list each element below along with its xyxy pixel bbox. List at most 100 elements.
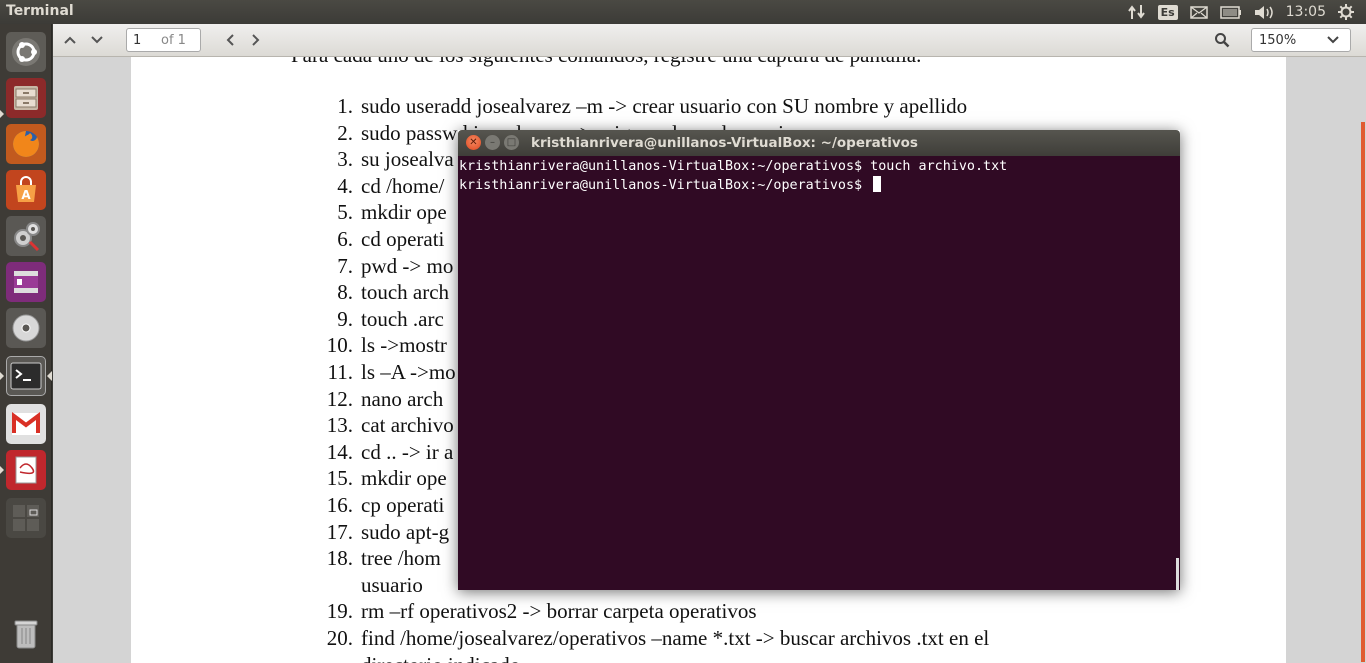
list-item-number: 16.: [326, 493, 353, 517]
trash-icon: [14, 620, 38, 649]
list-item-text: find /home/josealvarez/operativos –name …: [361, 626, 990, 650]
chevron-up-icon: [64, 36, 76, 44]
film-icon: [14, 271, 38, 293]
list-item: directorio indicado: [361, 653, 520, 663]
shopping-bag-icon: A: [16, 176, 36, 202]
running-indicator: [0, 466, 4, 474]
list-item-number: 17.: [326, 519, 353, 544]
list-item: 15. mkdir ope: [327, 466, 447, 491]
terminal-output[interactable]: kristhianrivera@unillanos-VirtualBox:~/o…: [458, 156, 1180, 590]
list-item-text: ls ->mostr: [361, 333, 447, 358]
list-item-text: cd operati: [361, 227, 445, 251]
search-button[interactable]: [1209, 28, 1235, 52]
minimize-icon: –: [490, 136, 495, 148]
gmail-icon: [12, 412, 40, 435]
list-item-text: su josealva: [361, 147, 454, 172]
list-item-number: 1.: [337, 94, 353, 118]
battery-icon[interactable]: [1219, 5, 1242, 19]
dash-home-button[interactable]: [6, 32, 46, 72]
list-item-number: 3.: [337, 147, 353, 172]
list-item-text: pwd -> mo: [361, 253, 454, 278]
launcher-software-center[interactable]: A: [6, 170, 46, 210]
search-icon: [1215, 33, 1230, 48]
chevron-down-icon: [1326, 32, 1340, 50]
launcher-document-viewer[interactable]: [6, 450, 46, 490]
list-item-number: 7.: [337, 253, 353, 278]
list-item: 12. nano arch: [327, 387, 443, 412]
list-item: 16. cp operati: [327, 493, 445, 518]
keyboard-layout-indicator[interactable]: Es: [1157, 4, 1178, 20]
chevron-right-icon: [252, 34, 260, 46]
clock[interactable]: 13:05: [1286, 4, 1326, 20]
list-item: 11. ls –A ->mo: [328, 360, 456, 385]
ubuntu-logo-icon: [12, 38, 40, 66]
list-item-text: cp operati: [361, 493, 445, 517]
maximize-button[interactable]: □: [504, 135, 519, 150]
launcher-disc[interactable]: [6, 308, 46, 348]
list-item-number: 5.: [337, 200, 353, 225]
terminal-prompt: kristhianrivera@unillanos-VirtualBox:~/o…: [459, 178, 871, 193]
document-intro: Para cada uno de los siguientes comandos…: [291, 57, 921, 68]
network-icon[interactable]: [1127, 4, 1146, 20]
list-item: 9. touch .arc: [337, 306, 444, 332]
system-tray: Es 13:05: [1127, 0, 1366, 24]
previous-page-button[interactable]: [57, 28, 83, 52]
list-item-number: 9.: [337, 306, 353, 331]
page-number-input[interactable]: 1 of 1: [126, 28, 201, 52]
terminal-scrollbar[interactable]: [1176, 558, 1179, 590]
maximize-icon: □: [506, 136, 517, 148]
list-item-text: touch .arc: [361, 306, 444, 331]
list-item: 1. sudo useradd josealvarez –m -> crear u…: [337, 94, 968, 119]
list-item-text: tree /hom: [361, 546, 441, 571]
launcher-video[interactable]: [6, 262, 46, 302]
mail-icon[interactable]: [1189, 5, 1208, 19]
terminal-icon: [10, 362, 42, 390]
list-item-text: mkdir ope: [361, 200, 447, 225]
launcher-terminal[interactable]: [6, 356, 46, 396]
terminal-line: kristhianrivera@unillanos-VirtualBox:~/o…: [459, 159, 1008, 174]
terminal-titlebar[interactable]: ✕ – □ kristhianrivera@unillanos-VirtualB…: [458, 130, 1180, 156]
launcher-system-settings[interactable]: [6, 216, 46, 256]
history-forward-button[interactable]: [243, 28, 269, 52]
list-item: 7. pwd -> mo: [337, 253, 454, 279]
list-item: 10. ls ->mostr: [327, 333, 447, 358]
gear-icon[interactable]: [1338, 4, 1354, 20]
running-indicator: [0, 110, 4, 118]
minimize-button[interactable]: –: [485, 135, 500, 150]
close-button[interactable]: ✕: [466, 135, 481, 150]
file-cabinet-icon: [14, 86, 38, 110]
zoom-select[interactable]: 150%: [1251, 28, 1351, 52]
list-item-number: 11.: [327, 360, 353, 384]
chevron-left-icon: [226, 34, 234, 46]
list-item-text: mkdir ope: [361, 466, 447, 491]
current-page: 1: [133, 32, 142, 48]
terminal-window[interactable]: ✕ – □ kristhianrivera@unillanos-VirtualB…: [458, 130, 1180, 590]
next-page-button[interactable]: [84, 28, 110, 52]
list-item-text: sudo useradd josealvarez –m -> crear usu…: [361, 94, 968, 118]
page-count: of 1: [161, 32, 186, 48]
list-item-number: 18.: [326, 546, 353, 571]
launcher-workspace-switcher[interactable]: [6, 498, 46, 538]
firefox-icon: [13, 131, 39, 157]
list-item-text: directorio indicado: [361, 653, 520, 663]
list-item-number: 4.: [337, 173, 353, 198]
launcher-trash[interactable]: [6, 614, 46, 654]
list-item-number: 8.: [337, 280, 353, 305]
list-item-number: 15.: [326, 466, 353, 491]
list-item-text: cd /home/: [361, 173, 445, 198]
list-item: 6. cd operati: [337, 227, 445, 252]
terminal-title: kristhianrivera@unillanos-VirtualBox: ~/…: [531, 135, 918, 151]
close-icon: ✕: [469, 136, 478, 148]
active-app-arrow: [47, 371, 52, 381]
scrollbar[interactable]: [1361, 122, 1365, 662]
volume-icon[interactable]: [1254, 5, 1274, 20]
launcher-files[interactable]: [6, 78, 46, 118]
launcher-firefox[interactable]: [6, 124, 46, 164]
list-item-text: usuario: [361, 572, 423, 597]
app-menu-title[interactable]: Terminal: [6, 3, 74, 19]
list-item-number: 14.: [326, 439, 353, 464]
list-item-number: 12.: [326, 386, 353, 411]
launcher-gmail[interactable]: [6, 404, 46, 444]
history-back-button[interactable]: [217, 28, 243, 52]
disc-icon: [12, 314, 40, 342]
